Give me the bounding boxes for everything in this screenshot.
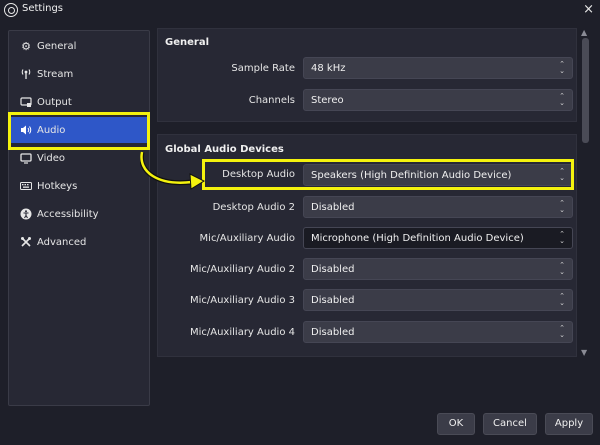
wrench-icon <box>19 235 33 249</box>
antenna-icon <box>19 67 33 81</box>
updown-chevron-icon: ⌃ ⌄ <box>559 92 565 107</box>
select-value: Microphone (High Definition Audio Device… <box>311 233 524 244</box>
select-value: Disabled <box>311 202 355 213</box>
vertical-scrollbar[interactable]: ▲ ▼ <box>580 28 592 357</box>
keyboard-icon <box>19 179 33 193</box>
select-value: Disabled <box>311 295 355 306</box>
accessibility-icon <box>19 207 33 221</box>
mic-aux-audio-label: Mic/Auxiliary Audio <box>199 233 295 244</box>
screen-icon <box>19 151 33 165</box>
sidebar-item-label: General <box>37 40 77 52</box>
desktop-audio-2-label: Desktop Audio 2 <box>212 202 295 213</box>
sidebar-item-label: Output <box>37 96 72 108</box>
sidebar-item-label: Hotkeys <box>37 180 78 192</box>
apply-button[interactable]: Apply <box>545 413 593 435</box>
curved-arrow-icon <box>140 151 206 190</box>
settings-sidebar: ⚙ General Stream Output Audio Video Hotk… <box>8 30 150 406</box>
sidebar-item-label: Video <box>37 152 66 164</box>
mic-aux-audio-4-label: Mic/Auxiliary Audio 4 <box>189 327 295 338</box>
settings-content: General Sample Rate 48 kHz ⌃ ⌄ Channels S… <box>157 28 577 357</box>
mic-aux-audio-3-select[interactable]: Disabled ⌃ ⌄ <box>303 289 573 311</box>
sidebar-item-advanced[interactable]: Advanced <box>9 229 149 255</box>
updown-chevron-icon: ⌃ ⌄ <box>559 292 565 307</box>
close-button[interactable]: × <box>583 0 594 20</box>
updown-chevron-icon: ⌃ ⌄ <box>559 324 565 339</box>
updown-chevron-icon: ⌃ ⌄ <box>559 261 565 276</box>
general-group: General Sample Rate 48 kHz ⌃ ⌄ Channels S… <box>157 28 577 122</box>
scroll-up-icon[interactable]: ▲ <box>581 28 587 37</box>
channels-select[interactable]: Stereo ⌃ ⌄ <box>303 89 573 111</box>
mic-aux-audio-2-select[interactable]: Disabled ⌃ ⌄ <box>303 258 573 280</box>
mic-aux-audio-4-select[interactable]: Disabled ⌃ ⌄ <box>303 321 573 343</box>
sidebar-item-label: Accessibility <box>37 208 99 220</box>
mic-aux-audio-3-label: Mic/Auxiliary Audio 3 <box>189 295 295 306</box>
desktop-audio-highlight-box <box>202 159 574 190</box>
sidebar-item-hotkeys[interactable]: Hotkeys <box>9 173 149 199</box>
scroll-down-icon[interactable]: ▼ <box>581 348 587 357</box>
select-value: Stereo <box>311 95 344 106</box>
mic-aux-audio-select[interactable]: Microphone (High Definition Audio Device… <box>303 227 573 249</box>
desktop-audio-2-select[interactable]: Disabled ⌃ ⌄ <box>303 196 573 218</box>
updown-chevron-icon: ⌃ ⌄ <box>559 199 565 214</box>
updown-chevron-icon: ⌃ ⌄ <box>559 60 565 75</box>
sample-rate-label: Sample Rate <box>231 63 295 74</box>
gear-icon: ⚙ <box>21 39 31 53</box>
title-bar: Settings × <box>0 0 600 20</box>
scrollbar-thumb[interactable] <box>582 38 589 143</box>
group-title: General <box>165 37 209 48</box>
sidebar-item-general[interactable]: ⚙ General <box>9 33 149 59</box>
sidebar-item-stream[interactable]: Stream <box>9 61 149 87</box>
select-value: Disabled <box>311 327 355 338</box>
sample-rate-select[interactable]: 48 kHz ⌃ ⌄ <box>303 57 573 79</box>
sidebar-item-label: Advanced <box>37 236 87 248</box>
updown-chevron-icon: ⌃ ⌄ <box>559 230 565 245</box>
window-title: Settings <box>22 3 64 14</box>
obs-logo-icon <box>4 3 18 17</box>
select-value: Disabled <box>311 264 355 275</box>
audio-highlight-box <box>8 112 150 150</box>
monitor-icon <box>19 95 33 109</box>
mic-aux-audio-2-label: Mic/Auxiliary Audio 2 <box>189 264 295 275</box>
sidebar-item-label: Stream <box>37 68 74 80</box>
ok-button[interactable]: OK <box>437 413 475 435</box>
select-value: 48 kHz <box>311 63 346 74</box>
cancel-button[interactable]: Cancel <box>483 413 537 435</box>
channels-label: Channels <box>248 95 295 106</box>
sidebar-item-accessibility[interactable]: Accessibility <box>9 201 149 227</box>
